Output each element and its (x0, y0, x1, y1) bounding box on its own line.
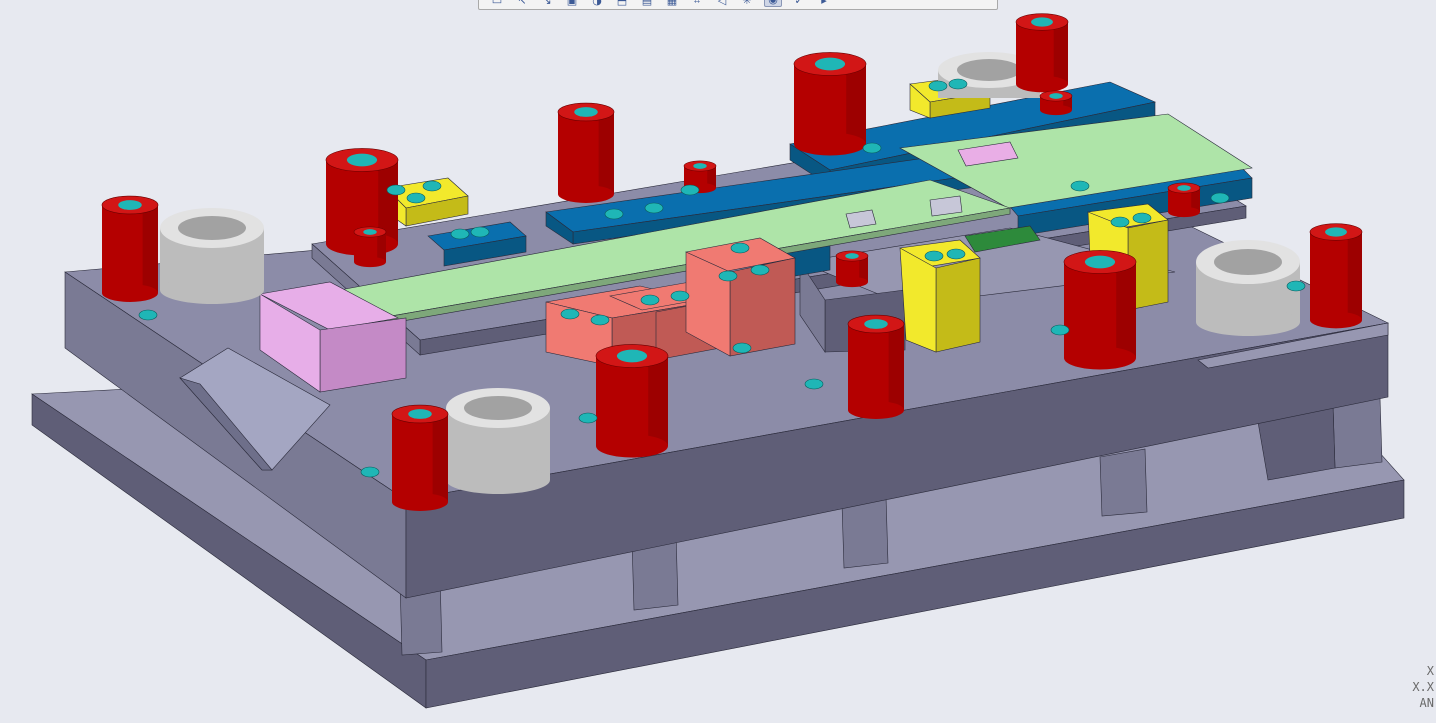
bolt-hole (718, 270, 738, 282)
repaint-icon[interactable]: ▭ (489, 0, 505, 7)
guide-bushing-front (446, 388, 550, 494)
parallel-leg (1332, 397, 1383, 469)
bolt-hole (730, 242, 750, 254)
stamping-die-assembly-model[interactable] (0, 0, 1436, 719)
guide-bushing-back-left (160, 208, 264, 304)
guide-pillar (557, 102, 615, 203)
bolt-hole (1286, 280, 1306, 292)
appearance-icon[interactable]: ◉ (764, 0, 782, 7)
bolt-hole (680, 184, 700, 196)
bolt-hole (750, 264, 770, 276)
zoom-out-icon[interactable]: ↘ (539, 0, 555, 7)
guide-pillar (595, 344, 669, 458)
bolt-hole (604, 208, 624, 220)
spin-center-icon[interactable]: ✳ (739, 0, 755, 7)
annotation-icon[interactable]: ◁ (714, 0, 730, 7)
bolt-hole (578, 412, 598, 424)
layers-icon[interactable]: ▦ (664, 0, 680, 7)
bolt-hole (360, 466, 380, 478)
parallel-leg (1099, 448, 1148, 517)
guide-pillar (847, 314, 905, 419)
view-toolbar[interactable]: ▭ ↖ ↘ ▣ ◑ ⬒ ▤ ▦ ⌗ ◁ ✳ ◉ ✓ ▸ (478, 0, 998, 10)
orientation-indicator: X X.X AN (1412, 663, 1434, 711)
guide-pillar (1063, 250, 1137, 370)
zoom-in-icon[interactable]: ↖ (514, 0, 530, 7)
guide-pillar (793, 52, 867, 156)
refit-icon[interactable]: ▣ (564, 0, 580, 7)
bolt-hole (928, 80, 948, 92)
bolt-hole (1070, 180, 1090, 192)
bolt-hole (422, 180, 442, 192)
bolt-hole (946, 248, 966, 260)
bolt-hole (1110, 216, 1130, 228)
orientation-line-1: X (1426, 664, 1434, 678)
guide-pillar (1015, 13, 1069, 93)
bolt-hole (560, 308, 580, 320)
bolt-hole (590, 314, 610, 326)
orientation-line-3: AN (1419, 696, 1434, 710)
guide-pillar (1039, 90, 1073, 116)
bolt-hole (948, 78, 968, 90)
more-icon[interactable]: ▸ (816, 0, 832, 7)
orientation-line-2: X.X (1412, 680, 1434, 694)
bolt-hole (1210, 192, 1230, 204)
bolt-hole (406, 192, 426, 204)
guide-pillar (353, 226, 387, 268)
view-manager-icon[interactable]: ▤ (639, 0, 655, 7)
guide-pillar (101, 195, 159, 302)
bolt-hole (640, 294, 660, 306)
bolt-hole (862, 142, 882, 154)
bolt-hole (732, 342, 752, 354)
display-style-icon[interactable]: ◑ (589, 0, 605, 7)
guide-bushing-right (1196, 240, 1300, 336)
bolt-hole (470, 226, 490, 238)
guide-pillar (391, 404, 449, 511)
bolt-hole (804, 378, 824, 390)
bolt-hole (138, 309, 158, 321)
guide-pillar (1167, 182, 1201, 218)
guide-pillar (1309, 223, 1363, 329)
bolt-hole (1050, 324, 1070, 336)
bolt-hole (924, 250, 944, 262)
bolt-hole (386, 184, 406, 196)
bolt-hole (670, 290, 690, 302)
bolt-hole (450, 228, 470, 240)
saved-view-icon[interactable]: ⬒ (614, 0, 630, 7)
model-display-icon[interactable]: ✓ (791, 0, 807, 7)
bolt-hole (644, 202, 664, 214)
bolt-hole (1132, 212, 1152, 224)
datum-display-icon[interactable]: ⌗ (689, 0, 705, 7)
guide-pillar (835, 250, 869, 288)
3d-model-viewport[interactable] (0, 0, 1436, 719)
